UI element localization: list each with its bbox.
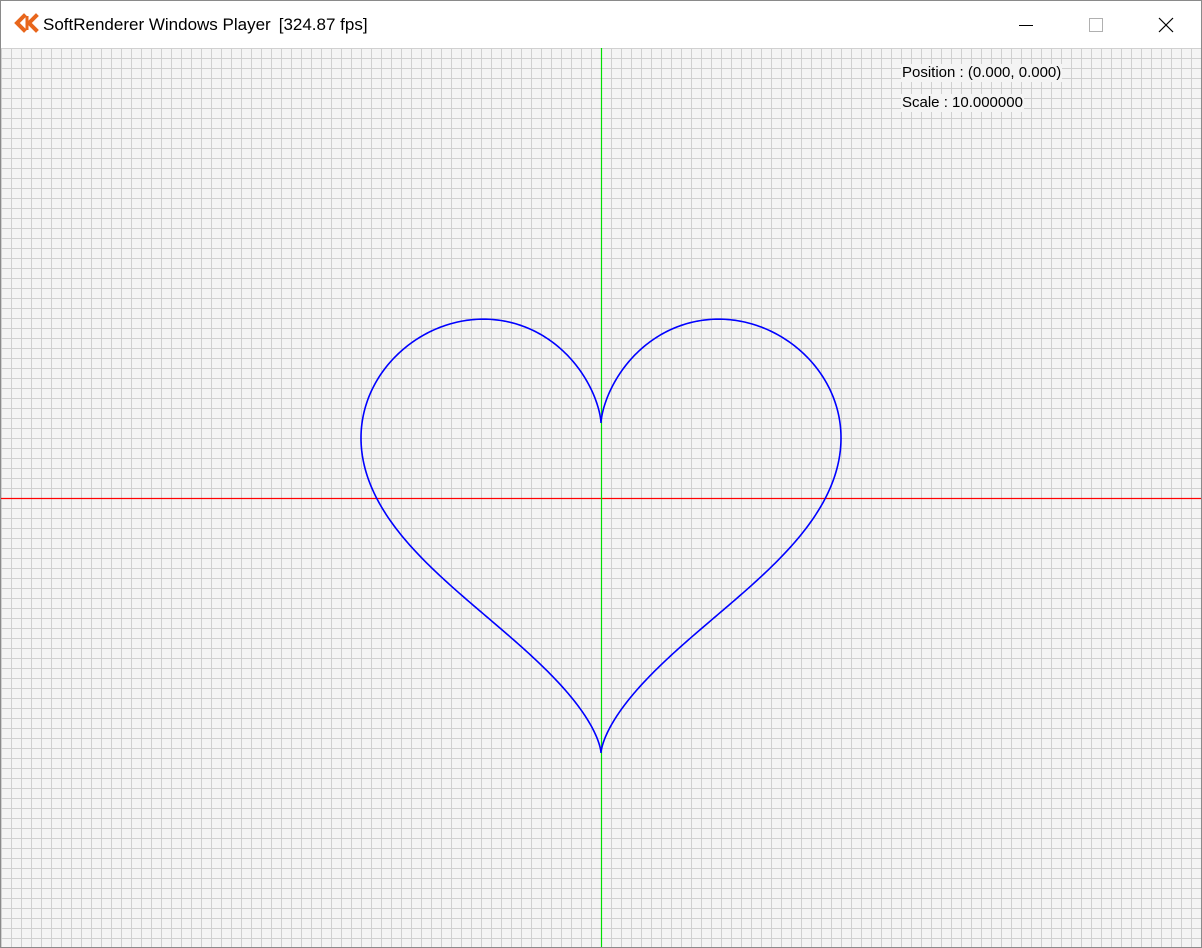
window-title: SoftRenderer Windows Player [324.87 fps] xyxy=(43,15,368,35)
close-button[interactable] xyxy=(1131,1,1201,48)
maximize-icon xyxy=(1089,17,1103,32)
render-canvas[interactable] xyxy=(1,48,1201,947)
window-title-label: SoftRenderer Windows Player xyxy=(43,15,271,34)
close-icon xyxy=(1158,17,1174,32)
maximize-button[interactable] xyxy=(1061,1,1131,48)
title-bar[interactable]: SoftRenderer Windows Player [324.87 fps] xyxy=(1,1,1201,48)
minimize-icon xyxy=(1019,24,1033,26)
scale-readout: Scale : 10.000000 xyxy=(901,94,1024,112)
fps-readout: [324.87 fps] xyxy=(278,15,368,34)
position-readout: Position : (0.000, 0.000) xyxy=(901,64,1063,82)
ck-logo-icon xyxy=(14,13,39,33)
render-viewport[interactable]: Position : (0.000, 0.000) Scale : 10.000… xyxy=(1,48,1201,947)
app-window: SoftRenderer Windows Player [324.87 fps] … xyxy=(0,0,1202,948)
minimize-button[interactable] xyxy=(991,1,1061,48)
